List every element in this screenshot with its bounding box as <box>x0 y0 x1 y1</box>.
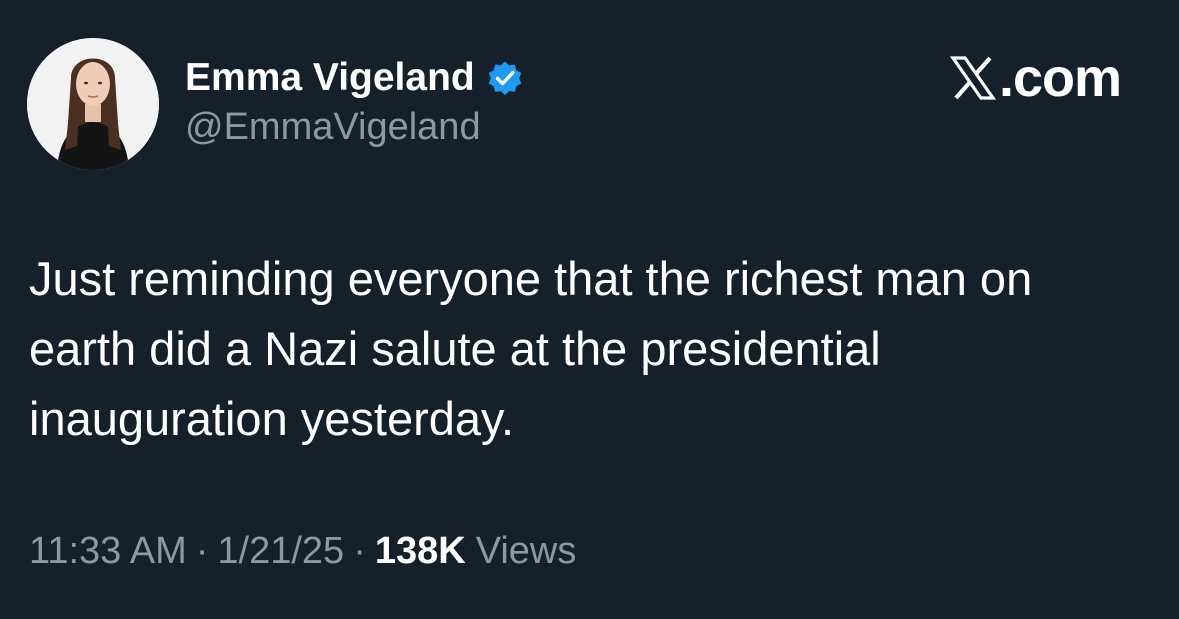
meta-separator: · <box>195 530 209 572</box>
x-com-text: .com <box>998 48 1122 108</box>
meta-separator: · <box>353 530 366 572</box>
verified-badge-icon <box>485 58 525 98</box>
author-name-row: Emma Vigeland <box>185 52 525 104</box>
tweet-date[interactable]: 1/21/25 <box>217 530 344 573</box>
x-com-logo: .com <box>949 48 1122 108</box>
tweet-time[interactable]: 11:33 AM <box>29 530 187 573</box>
views-count: 138K <box>374 530 466 572</box>
author-handle[interactable]: @EmmaVigeland <box>185 106 481 149</box>
author-display-name[interactable]: Emma Vigeland <box>185 56 475 100</box>
views-label: Views <box>475 530 577 572</box>
tweet-text: Just reminding everyone that the richest… <box>29 252 1033 445</box>
tweet-card: Emma Vigeland @EmmaVigeland .com Just re… <box>0 0 1179 619</box>
avatar-image <box>27 38 159 170</box>
avatar[interactable] <box>27 38 159 170</box>
tweet-meta: 11:33 AM · 1/21/25 · 138K Views <box>29 530 576 573</box>
x-logo-icon <box>949 54 997 102</box>
